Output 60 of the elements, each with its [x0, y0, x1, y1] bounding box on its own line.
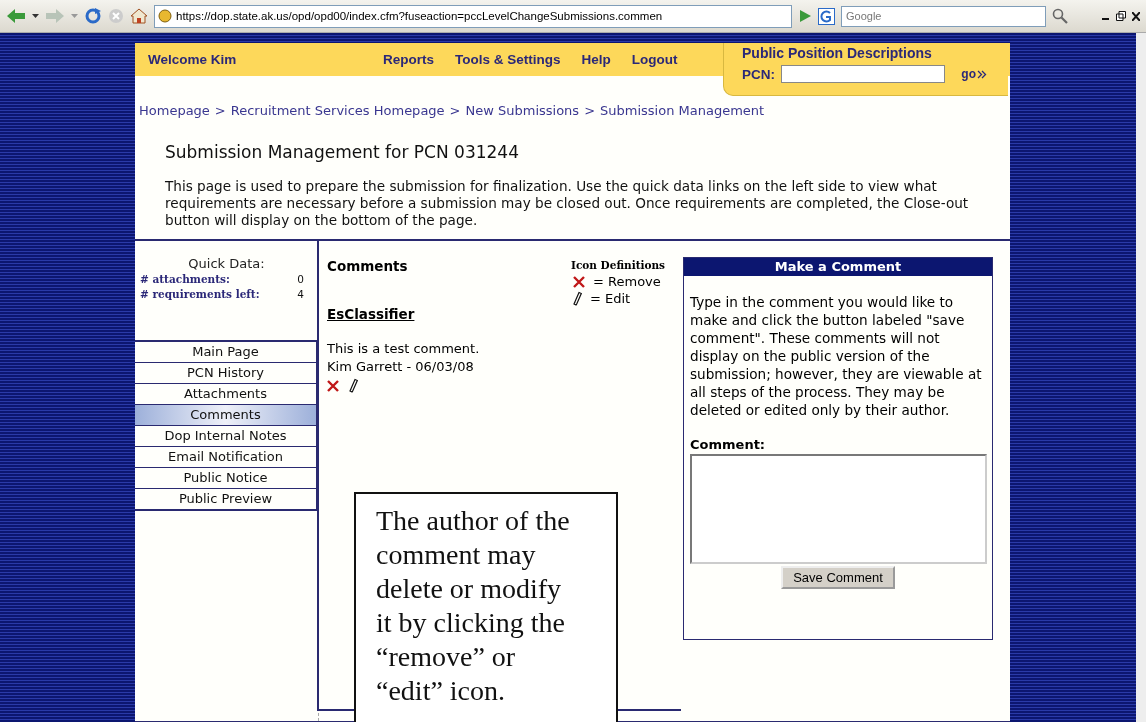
quick-data-value: 0 [297, 273, 304, 285]
save-button[interactable]: Save Comment [781, 566, 895, 589]
nav-link[interactable]: Reports [383, 52, 434, 67]
page-icon [158, 9, 172, 23]
welcome-text: Welcome Kim [148, 52, 238, 67]
quick-data-value: 4 [297, 288, 304, 300]
home-icon[interactable] [130, 8, 148, 24]
instructions-text: Type in the comment you would like to make and click the button labeled "save comment". These comments will not display on the public version of the submission; however, they are viewable at all steps of the process. They may be deleted or edited only by their author. [689, 293, 983, 419]
refresh-icon[interactable] [84, 7, 102, 25]
comment-field[interactable] [690, 454, 987, 564]
sidebar-item[interactable]: Email Notification [135, 447, 316, 468]
callout-note: The author of the comment may delete or modify it by clicking the “remove” or “edit” icon. [354, 492, 618, 722]
sidebar-item[interactable]: Comments [135, 405, 316, 426]
sidebar-item[interactable]: Dop Internal Notes [135, 426, 316, 447]
quick-data-link[interactable]: # attachments: [140, 273, 230, 285]
remove-icon[interactable] [327, 379, 339, 392]
back-icon[interactable] [6, 8, 26, 24]
remove-legend-icon [573, 275, 585, 288]
breadcrumb-link[interactable]: Submission Management [600, 103, 765, 118]
sidebar-item[interactable]: Public Notice [135, 468, 316, 489]
sidebar-item[interactable]: Main Page [135, 342, 316, 363]
intro-text: This page is used to prepare the submission for finalization. Use the quick data links on the left side to view what requirements are necessary before a submission may be closed out. Once requirements are completed, the Close-out button will display on the bottom of the page. [165, 178, 970, 229]
nav-link[interactable]: Tools & Settings [455, 52, 561, 67]
pcn-label: PCN: [742, 66, 775, 82]
pencil-icon[interactable] [349, 378, 358, 393]
breadcrumb-link[interactable]: New Submissions [465, 103, 580, 118]
breadcrumb-link[interactable]: Homepage [139, 103, 210, 118]
pencil-legend-icon [573, 291, 582, 306]
breadcrumb-separator: > [214, 103, 226, 118]
search-icon[interactable] [1052, 8, 1068, 24]
section-heading: EsClassifier [327, 306, 416, 322]
quick-data-title: Quick Data: [187, 256, 266, 271]
breadcrumb-separator: > [449, 103, 461, 118]
breadcrumb-separator: > [584, 103, 596, 118]
pcn-field[interactable] [781, 65, 946, 83]
icon-definition: = Remove [593, 273, 661, 290]
google-icon[interactable] [818, 7, 835, 25]
icon-definitions-title: Icon Definitions [571, 259, 666, 271]
panel-title: Make a Comment [684, 258, 992, 276]
double-chevron-icon [977, 69, 987, 79]
dropdown-icon[interactable] [32, 14, 39, 18]
page-title: Submission Management for PCN 031244 [165, 142, 520, 162]
restore-icon[interactable] [1116, 11, 1126, 21]
comments-heading: Comments [327, 258, 408, 274]
search-field[interactable]: Google [841, 5, 1046, 27]
quick-data-link[interactable]: # requirements left: [140, 288, 260, 300]
sidebar-item[interactable]: PCN History [135, 363, 316, 384]
icon-definition: = Edit [590, 290, 631, 307]
go-icon[interactable] [798, 9, 812, 23]
comment-text: This is a test comment. [327, 340, 481, 358]
pcn-panel-title: Public Position Descriptions [742, 45, 933, 61]
field-label: Comment: [690, 437, 767, 452]
comment-author: Kim Garrett - 06/03/08 [327, 358, 475, 376]
go-link[interactable]: go [961, 67, 987, 81]
breadcrumb-link[interactable]: Recruitment Services Homepage [230, 103, 445, 118]
nav-link[interactable]: Logout [631, 52, 678, 67]
nav-link[interactable]: Help [581, 52, 611, 67]
address-field[interactable]: https://dop.state.ak.us/opd/opd00/index.cfm?fuseaction=pccLevelChangeSubmissions.commen [154, 4, 792, 28]
close-icon[interactable] [1132, 11, 1140, 21]
sidebar-item[interactable]: Public Preview [135, 489, 316, 509]
